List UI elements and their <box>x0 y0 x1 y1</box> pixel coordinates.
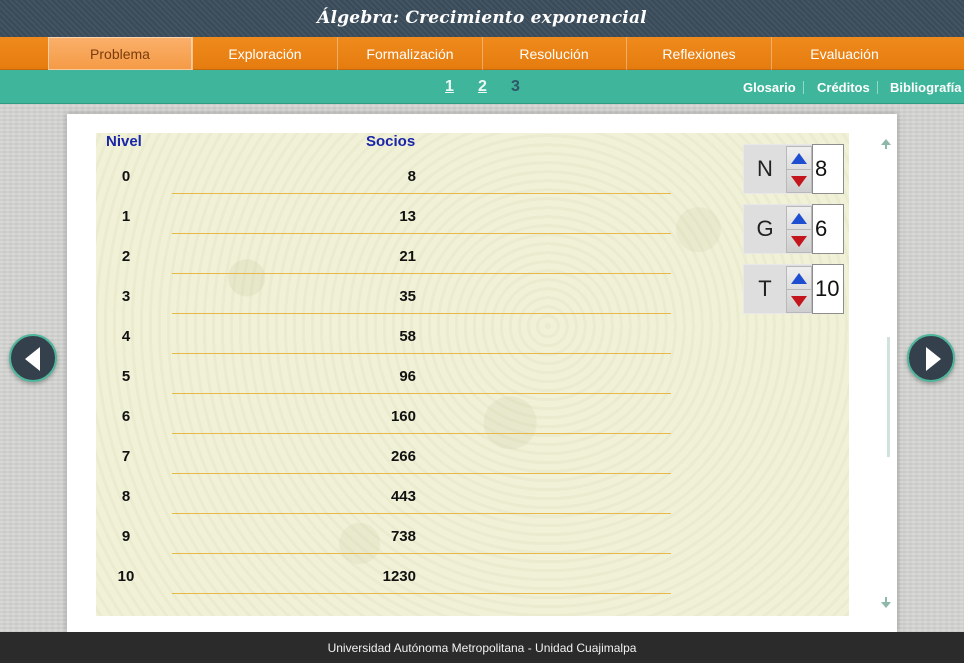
nav-tab-resolucion[interactable]: Resolución <box>482 37 627 70</box>
row-divider <box>172 513 671 514</box>
nav-tab-problema[interactable]: Problema <box>48 37 193 70</box>
arrow-up-icon <box>791 153 807 164</box>
arrow-right-icon <box>926 347 941 371</box>
level-cell: 2 <box>121 248 131 265</box>
content-panel: Nivel Socios 0 8 1 13 2 21 3 35 4 58 5 9… <box>67 114 897 632</box>
level-cell: 1 <box>121 208 131 225</box>
app-header: Álgebra: Crecimiento exponencial <box>0 0 964 37</box>
members-cell: 58 <box>399 328 416 345</box>
spinner-g: G 6 <box>743 204 844 254</box>
row-divider <box>172 473 671 474</box>
page-link-1[interactable]: 1 <box>445 78 454 96</box>
spinner-label: G <box>756 216 774 241</box>
members-cell: 35 <box>399 288 416 305</box>
nav-tab-evaluacion[interactable]: Evaluación <box>772 37 917 70</box>
spinner-buttons <box>786 206 812 253</box>
previous-page-button[interactable] <box>9 334 57 382</box>
column-header-socios: Socios <box>366 133 416 150</box>
members-cell: 738 <box>390 528 416 545</box>
level-cell: 10 <box>117 568 135 585</box>
decrement-t-button[interactable] <box>787 290 811 313</box>
level-cell: 7 <box>121 448 131 465</box>
arrow-up-icon <box>791 273 807 284</box>
row-divider <box>172 233 671 234</box>
arrow-down-icon <box>881 602 891 608</box>
creditos-link[interactable]: Créditos <box>817 80 870 95</box>
row-divider <box>172 353 671 354</box>
members-cell: 1230 <box>382 568 416 585</box>
members-cell: 266 <box>390 448 416 465</box>
sub-nav: 1 2 3 Glosario Créditos Bibliografía <box>0 70 964 104</box>
decrement-g-button[interactable] <box>787 230 811 253</box>
n-value-field[interactable]: 8 <box>812 144 844 194</box>
nav-tab-formalizacion[interactable]: Formalización <box>338 37 483 70</box>
bibliografia-link[interactable]: Bibliografía <box>890 80 962 95</box>
g-value-field[interactable]: 6 <box>812 204 844 254</box>
arrow-down-icon <box>791 236 807 247</box>
row-divider <box>172 273 671 274</box>
next-page-button[interactable] <box>907 334 955 382</box>
level-cell: 0 <box>121 168 131 185</box>
level-cell: 3 <box>121 288 131 305</box>
increment-g-button[interactable] <box>787 207 811 230</box>
level-cell: 6 <box>121 408 131 425</box>
nav-tab-reflexiones[interactable]: Reflexiones <box>627 37 772 70</box>
members-cell: 443 <box>390 488 416 505</box>
spinner-label: T <box>758 276 772 301</box>
scrollbar-thumb[interactable] <box>887 337 890 457</box>
app-title: Álgebra: Crecimiento exponencial <box>317 7 647 28</box>
footer: Universidad Autónoma Metropolitana - Uni… <box>0 632 964 663</box>
spinner-t: T 10 <box>743 264 844 314</box>
arrow-left-icon <box>25 347 40 371</box>
glosario-link[interactable]: Glosario <box>743 80 796 95</box>
members-cell: 21 <box>399 248 416 265</box>
members-cell: 13 <box>399 208 416 225</box>
scroll-up-button[interactable] <box>879 137 893 149</box>
column-header-nivel: Nivel <box>106 133 142 150</box>
main-nav: Problema Exploración Formalización Resol… <box>0 37 964 70</box>
arrow-down-icon <box>791 176 807 187</box>
level-cell: 9 <box>121 528 131 545</box>
level-cell: 8 <box>121 488 131 505</box>
link-separator <box>877 81 878 94</box>
link-separator <box>803 81 804 94</box>
spinner-buttons <box>786 266 812 313</box>
members-cell: 160 <box>390 408 416 425</box>
row-divider <box>172 593 671 594</box>
t-value-field[interactable]: 10 <box>812 264 844 314</box>
decrement-n-button[interactable] <box>787 170 811 193</box>
arrow-down-icon <box>791 296 807 307</box>
row-divider <box>172 553 671 554</box>
row-divider <box>172 433 671 434</box>
level-cell: 4 <box>121 328 131 345</box>
spinner-label: N <box>757 156 773 181</box>
growth-table-area: Nivel Socios 0 8 1 13 2 21 3 35 4 58 5 9… <box>96 133 849 616</box>
nav-tab-exploracion[interactable]: Exploración <box>193 37 338 70</box>
page-link-3-current[interactable]: 3 <box>511 78 520 96</box>
members-cell: 96 <box>399 368 416 385</box>
row-divider <box>172 393 671 394</box>
page-link-2[interactable]: 2 <box>478 78 487 96</box>
members-cell: 8 <box>407 168 416 185</box>
row-divider <box>172 193 671 194</box>
scroll-down-button[interactable] <box>879 597 893 609</box>
increment-t-button[interactable] <box>787 267 811 290</box>
spinner-buttons <box>786 146 812 193</box>
row-divider <box>172 313 671 314</box>
footer-text: Universidad Autónoma Metropolitana - Uni… <box>327 640 637 655</box>
arrow-up-icon <box>791 213 807 224</box>
increment-n-button[interactable] <box>787 147 811 170</box>
level-cell: 5 <box>121 368 131 385</box>
spinner-n: N 8 <box>743 144 844 194</box>
